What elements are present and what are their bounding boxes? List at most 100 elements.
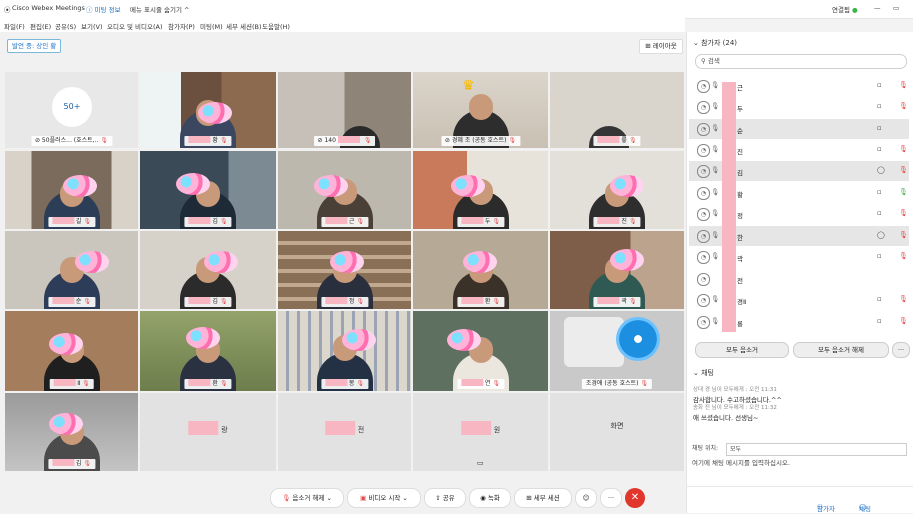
avatar-icon: ◔ — [697, 123, 710, 136]
camera-icon: ▫ — [877, 102, 882, 110]
video-tile[interactable]: Ⅱ 🎙 — [5, 311, 138, 391]
video-tile[interactable]: 봉 🎙 — [278, 311, 411, 391]
side-panel: ⌄ 참가자 (24) ⚲ 검색 ◔ 🎙 근 ▫ 🎙 ◔ 🎙 두 ▫ 🎙 ◔ 🎙 순 ▫ ◔ 🎙 진 ▫ 🎙 ◔… — [686, 32, 913, 513]
mic-muted-icon: 🎙 — [899, 166, 908, 174]
tile-name: 원 — [460, 421, 500, 435]
tile-name-label: 봉 🎙 — [320, 379, 369, 389]
mute-all-button[interactable]: 모두 음소거 — [695, 342, 789, 358]
breakout-icon: ⊞ — [526, 494, 532, 502]
video-tile[interactable]: ⊘ 140 🎙 — [278, 72, 411, 148]
video-tile[interactable]: 순 🎙 — [5, 231, 138, 309]
video-tile[interactable]: ♛ ⊘ 경혜 조 (공동 호스트) 🎙 — [413, 72, 548, 148]
chat-header[interactable]: ⌄ 채팅 — [693, 368, 714, 378]
video-tile[interactable]: 곽 🎙 — [550, 231, 684, 309]
record-button[interactable]: ◉ 녹화 — [469, 488, 511, 508]
video-tile[interactable]: 환 🎙 — [140, 311, 276, 391]
video-tile[interactable]: 근 🎙 — [278, 151, 411, 229]
menu-meeting[interactable]: 미팅(M) — [200, 21, 223, 31]
avatar-icon: ◔ — [697, 208, 710, 221]
video-tile-off[interactable]: 전 — [278, 393, 411, 471]
camera-icon: ▫ — [877, 252, 882, 260]
menu-participant[interactable]: 참가자(P) — [168, 21, 195, 31]
camera-icon: ▫ — [877, 188, 882, 196]
maximize-button[interactable]: ▭ — [893, 4, 899, 12]
tile-name-label: 순 🎙 — [47, 297, 96, 307]
menu-audio-video[interactable]: 오디오 및 비디오(A) — [107, 21, 163, 31]
crown-icon: ♛ — [462, 78, 475, 94]
menu-bar: 파일(F) 편집(E) 공유(S) 보기(V) 오디오 및 비디오(A) 참가자… — [0, 18, 685, 32]
tile-name-label: ⊘ 50플러스... (호스트,.. 🎙 — [30, 136, 113, 146]
chat-meta: 송화 진 님이 모두에게 : 오전 11:32 — [693, 405, 777, 411]
mic-muted-icon: 🎙 — [899, 295, 908, 303]
reactions-button[interactable]: ☺ — [575, 488, 597, 508]
video-tile[interactable]: 연 🎙 — [413, 311, 548, 391]
tile-name-label: 릏 🎙 — [593, 136, 641, 146]
tile-name: 전 — [324, 421, 364, 435]
chat-input[interactable]: 여기에 채팅 메시지를 입력하십시오. — [692, 457, 907, 469]
start-video-button[interactable]: ▣ 비디오 시작 ⌄ — [347, 488, 421, 508]
tile-name-label: 김 🎙 — [184, 297, 232, 307]
tile-name-label: 두 🎙 — [456, 217, 505, 227]
tile-name-label: 조경애 (공동 호스트) 🎙 — [581, 379, 653, 389]
unmute-all-button[interactable]: 모두 음소거 해제 — [793, 342, 889, 358]
meeting-info-button[interactable]: ⓘ 미팅 정보 — [86, 4, 121, 14]
tile-name-label: 김 🎙 — [47, 459, 96, 469]
mic-icon: 🎙 — [711, 317, 720, 325]
avatar-icon: ◔ — [697, 165, 710, 178]
screen-share-image — [564, 317, 624, 367]
mic-active-icon: 🎙 — [899, 188, 908, 196]
camera-icon: ▫ — [877, 81, 882, 89]
layout-button[interactable]: ⊞ 레이아웃 — [639, 39, 683, 54]
mic-icon: 🎙 — [711, 145, 720, 153]
menu-breakout[interactable]: 세부 세션(B) — [226, 21, 262, 31]
camera-icon: ▫ — [877, 124, 882, 132]
tile-name-label: ⊘ 경혜 조 (공동 호스트) 🎙 — [440, 136, 521, 146]
video-tile[interactable]: 길 🎙 — [5, 151, 138, 229]
video-tile[interactable]: 김 🎙 — [5, 393, 138, 471]
participant-search-input[interactable]: ⚲ 검색 — [695, 54, 907, 69]
breakout-button[interactable]: ⊞ 세부 세션 — [514, 488, 572, 508]
mic-muted-icon: 🎙 — [899, 102, 908, 110]
video-tile[interactable]: 조경애 (공동 호스트) 🎙 — [550, 311, 684, 391]
end-meeting-button[interactable]: ✕ — [625, 488, 645, 508]
hide-menu-button[interactable]: 메뉴 표시줄 숨기기 ^ — [130, 4, 190, 14]
video-tile[interactable]: 릏 🎙 — [550, 72, 684, 148]
menu-file[interactable]: 파일(F) — [4, 21, 25, 31]
participants-more-button[interactable]: ··· — [892, 342, 910, 358]
search-icon: ⚲ — [701, 57, 706, 65]
tile-name-label: 환 🎙 — [456, 297, 505, 307]
mic-muted-icon: 🎙 — [899, 145, 908, 153]
tile-name-label: 황 🎙 — [184, 136, 232, 146]
video-tile-off[interactable]: 원 ▭ — [413, 393, 548, 471]
chat-bubble-icon: ◯ — [877, 166, 885, 174]
video-tile[interactable]: 김 🎙 — [140, 231, 276, 309]
mic-muted-icon: 🎙 — [899, 81, 908, 89]
video-tile[interactable]: 황 🎙 — [140, 72, 276, 148]
menu-help[interactable]: 도움말(H) — [262, 21, 290, 31]
unmute-button[interactable]: 🎙 음소거 해제 ⌄ — [270, 488, 344, 508]
video-tile[interactable]: 정 🎙 — [278, 231, 411, 309]
video-tile[interactable]: 김 🎙 — [140, 151, 276, 229]
video-tile[interactable]: 두 🎙 — [413, 151, 548, 229]
menu-share[interactable]: 공유(S) — [55, 21, 76, 31]
disc-icon — [616, 317, 660, 361]
menu-view[interactable]: 보기(V) — [81, 21, 102, 31]
more-options-button[interactable]: ··· — [600, 488, 622, 508]
video-tile[interactable]: 진 🎙 — [550, 151, 684, 229]
video-tile-host[interactable]: 50+ ⊘ 50플러스... (호스트,.. 🎙 — [5, 72, 138, 148]
minimize-button[interactable]: — — [874, 4, 881, 12]
video-tile-off[interactable]: 랑 — [140, 393, 276, 471]
tile-name-label: 김 🎙 — [184, 217, 232, 227]
menu-edit[interactable]: 편집(E) — [30, 21, 51, 31]
participants-header[interactable]: ⌄ 참가자 (24) — [693, 38, 737, 48]
host-logo: 50+ — [52, 87, 92, 127]
avatar-icon: ◔ — [697, 230, 710, 243]
share-button[interactable]: ⇪ 공유 — [424, 488, 466, 508]
tile-name-label: Ⅱ 🎙 — [49, 379, 94, 389]
video-tile-off[interactable]: 화면 — [550, 393, 684, 471]
video-tile[interactable]: 환 🎙 — [413, 231, 548, 309]
mic-icon: 🎙 — [711, 81, 720, 89]
send-to-select[interactable]: 모두 — [726, 443, 907, 456]
monitor-icon: ▭ — [477, 459, 484, 467]
avatar-icon: ◔ — [697, 101, 710, 114]
